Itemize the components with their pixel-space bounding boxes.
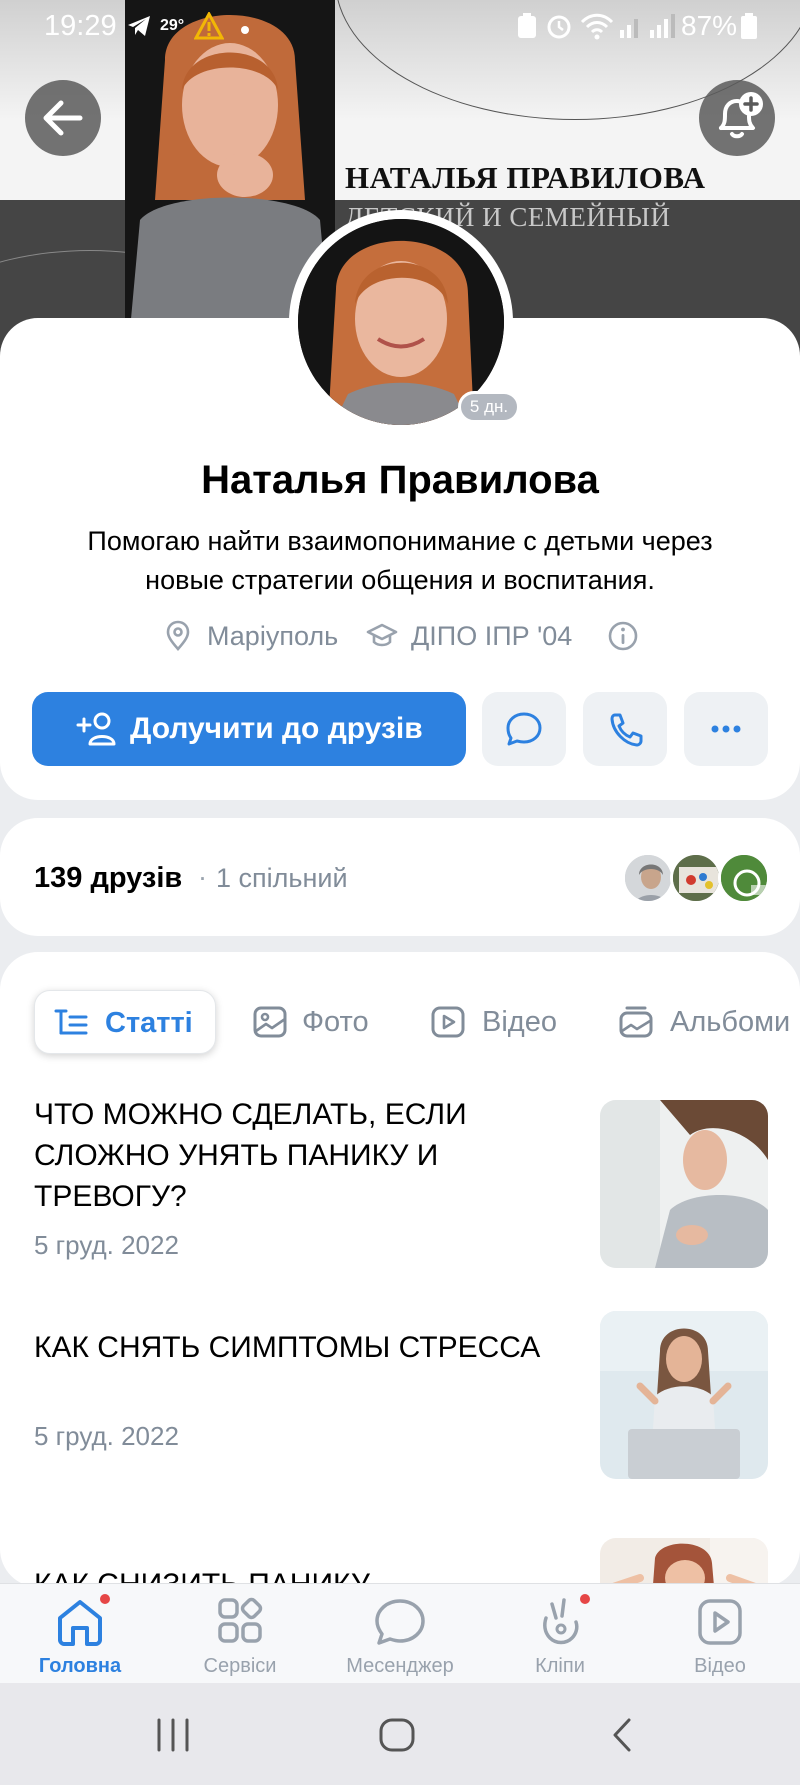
add-friend-label: Долучити до друзів (130, 712, 423, 745)
article-date: 5 груд. 2022 (34, 1421, 179, 1451)
nav-clips[interactable]: Кліпи (480, 1584, 640, 1684)
friend-avatar[interactable] (670, 852, 722, 904)
add-user-icon (76, 710, 120, 753)
article-title: ЧТО МОЖНО СДЕЛАТЬ, ЕСЛИ СЛОЖНО УНЯТЬ ПАН… (34, 1098, 467, 1213)
warning-icon (193, 10, 225, 45)
wifi-icon (580, 12, 614, 45)
article-date: 5 груд. 2022 (34, 1230, 179, 1260)
recent-apps-button[interactable] (153, 1717, 193, 1758)
more-button[interactable] (684, 692, 768, 766)
tab-videos[interactable]: Відео (412, 990, 582, 1054)
battery-icon (740, 12, 758, 45)
back-button[interactable] (25, 80, 101, 156)
friends-count[interactable]: 139 друзів (34, 862, 182, 895)
phone-icon (610, 713, 643, 747)
tab-photos[interactable]: Фото (232, 990, 390, 1054)
status-bar: 19:29 29° 87% (0, 0, 800, 52)
telegram-icon (126, 14, 152, 43)
notification-dot-icon (240, 22, 250, 40)
home-badge (98, 1592, 112, 1606)
video-icon (692, 1596, 748, 1653)
mutual-friends[interactable]: 1 спільний (216, 863, 348, 894)
more-dots-icon (711, 725, 741, 733)
profile-info-row: Маріуполь ДІПО ІПР '04 (0, 616, 800, 656)
home-icon (52, 1596, 108, 1653)
back-system-button[interactable] (607, 1717, 637, 1758)
status-battery: 87% (681, 10, 738, 41)
nav-services[interactable]: Сервіси (160, 1584, 320, 1684)
nav-home[interactable]: Головна (0, 1584, 160, 1684)
chat-bubble-icon (506, 712, 542, 746)
home-system-button[interactable] (378, 1717, 416, 1758)
last-seen-badge: 5 дн. (458, 391, 520, 423)
nav-video[interactable]: Відео (640, 1584, 800, 1684)
friend-avatar[interactable] (718, 852, 770, 904)
video-play-icon (430, 1005, 466, 1044)
messenger-icon (372, 1596, 428, 1653)
status-temperature: 29° (160, 17, 185, 34)
status-time: 19:29 (44, 10, 117, 42)
article-item[interactable]: ЧТО МОЖНО СДЕЛАТЬ, ЕСЛИ СЛОЖНО УНЯТЬ ПАН… (0, 1094, 800, 1274)
services-grid-icon (212, 1596, 268, 1653)
nav-messenger[interactable]: Месенджер (320, 1584, 480, 1684)
location-pin-icon (164, 620, 192, 657)
info-icon[interactable] (607, 620, 639, 657)
clips-icon (532, 1596, 588, 1653)
article-thumbnail (600, 1311, 768, 1479)
profile-status: Помогаю найти взаимопонимание с детьми ч… (87, 526, 713, 595)
articles-list-icon (53, 1007, 89, 1044)
cover-title: НАТАЛЬЯ ПРАВИЛОВА (345, 160, 706, 195)
arrow-left-icon (43, 100, 83, 136)
photo-icon (252, 1005, 288, 1044)
signal-2-icon (648, 12, 676, 45)
profile-education[interactable]: ДІПО ІПР '04 (411, 621, 572, 652)
friends-card[interactable]: 139 друзів · 1 спільний (0, 818, 800, 936)
tab-articles[interactable]: Статті (34, 990, 216, 1054)
signal-1-icon (618, 12, 644, 45)
subscribe-notifications-button[interactable] (699, 80, 775, 156)
recycle-icon (516, 12, 538, 45)
graduation-cap-icon (366, 622, 398, 655)
profile-name: Наталья Правилова (201, 458, 599, 502)
add-friend-button[interactable]: Долучити до друзів (32, 692, 466, 766)
system-navigation-bar (0, 1683, 800, 1785)
message-button[interactable] (482, 692, 566, 766)
article-item[interactable]: КАК СНЯТЬ СИМПТОМЫ СТРЕССА 5 груд. 2022 (0, 1311, 800, 1507)
bottom-navigation: Головна Сервіси Месенджер Кліпи Відео (0, 1583, 800, 1683)
bell-plus-icon (719, 92, 763, 139)
content-card: Статті Фото Відео Альбоми ЧТО МОЖНО СДЕЛ… (0, 952, 800, 1587)
clips-badge (578, 1592, 592, 1606)
albums-icon (618, 1005, 654, 1044)
tab-albums[interactable]: Альбоми (604, 990, 800, 1054)
friend-avatar[interactable] (622, 852, 674, 904)
call-button[interactable] (583, 692, 667, 766)
article-thumbnail (600, 1538, 768, 1587)
alarm-icon (545, 12, 573, 45)
article-thumbnail (600, 1100, 768, 1268)
profile-city[interactable]: Маріуполь (207, 621, 338, 652)
article-title: КАК СНЯТЬ СИМПТОМЫ СТРЕССА (34, 1331, 541, 1364)
